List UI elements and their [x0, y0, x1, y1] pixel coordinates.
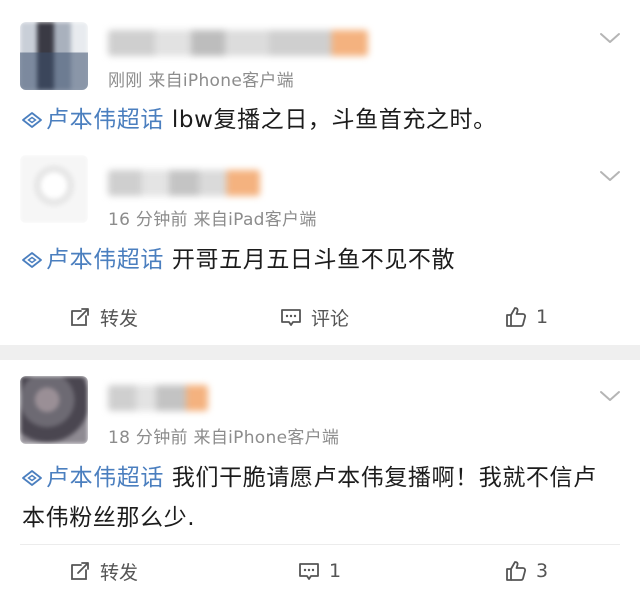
topic-label: 卢本伟超话: [46, 247, 164, 273]
comment-icon: [299, 563, 319, 580]
like-count: 1: [536, 306, 549, 328]
like-icon: [506, 307, 527, 327]
post-card: 18 分钟前 来自iPhone客户端 卢本伟超话 我们干脆请愿卢本伟复播啊！我就…: [0, 360, 640, 593]
username-blurred[interactable]: [108, 30, 368, 56]
like-button[interactable]: 1: [504, 297, 548, 337]
topic-label: 卢本伟超话: [46, 107, 164, 133]
repost-label: 转发: [100, 561, 139, 584]
chevron-down-icon[interactable]: [598, 388, 622, 404]
comment-label: 评论: [311, 307, 350, 330]
repost-button[interactable]: 转发: [68, 551, 138, 591]
repost-icon: [71, 308, 89, 326]
divider: [20, 544, 620, 545]
post-source: 16 分钟前 来自iPad客户端: [108, 210, 317, 230]
comment-count: 1: [329, 560, 342, 582]
repost-icon: [71, 562, 89, 580]
feed-separator: [0, 345, 640, 360]
post-source: 18 分钟前 来自iPhone客户端: [108, 428, 340, 448]
avatar[interactable]: [20, 376, 88, 444]
avatar[interactable]: [20, 22, 88, 90]
comment-button[interactable]: 1: [297, 551, 341, 591]
username-blurred[interactable]: [108, 170, 260, 196]
weibo-feed: 刚刚 来自iPhone客户端 卢本伟超话 lbw复播之日，斗鱼首充之时。 16 …: [0, 0, 640, 593]
repost-label: 转发: [100, 307, 139, 330]
username-blurred[interactable]: [108, 385, 208, 411]
post-card: 刚刚 来自iPhone客户端 卢本伟超话 lbw复播之日，斗鱼首充之时。 16 …: [0, 0, 640, 345]
comment-icon: [281, 309, 301, 326]
topic-link[interactable]: 卢本伟超话: [22, 247, 164, 273]
post-content: 卢本伟超话 我们干脆请愿卢本伟复播啊！我就不信卢本伟粉丝那么少.: [22, 458, 620, 538]
post-text: 开哥五月五日斗鱼不见不散: [171, 247, 456, 273]
post-source: 刚刚 来自iPhone客户端: [108, 71, 294, 91]
chevron-down-icon[interactable]: [598, 30, 622, 46]
topic-label: 卢本伟超话: [46, 465, 164, 491]
like-icon: [506, 561, 527, 581]
avatar[interactable]: [20, 155, 88, 223]
post-content: 卢本伟超话 开哥五月五日斗鱼不见不散: [22, 240, 620, 280]
like-button[interactable]: 3: [504, 551, 548, 591]
topic-diamond-icon: [22, 112, 42, 128]
topic-link[interactable]: 卢本伟超话: [22, 465, 164, 491]
chevron-down-icon[interactable]: [598, 168, 622, 184]
post-content: 卢本伟超话 lbw复播之日，斗鱼首充之时。: [22, 100, 620, 140]
action-bar: 转发 评论 1: [0, 297, 640, 337]
post-text: lbw复播之日，斗鱼首充之时。: [171, 107, 497, 133]
action-bar: 转发 1 3: [0, 551, 640, 591]
topic-diamond-icon: [22, 252, 42, 268]
topic-diamond-icon: [22, 470, 42, 486]
comment-button[interactable]: 评论: [279, 297, 349, 337]
like-count: 3: [536, 560, 549, 582]
repost-button[interactable]: 转发: [68, 297, 138, 337]
topic-link[interactable]: 卢本伟超话: [22, 107, 164, 133]
